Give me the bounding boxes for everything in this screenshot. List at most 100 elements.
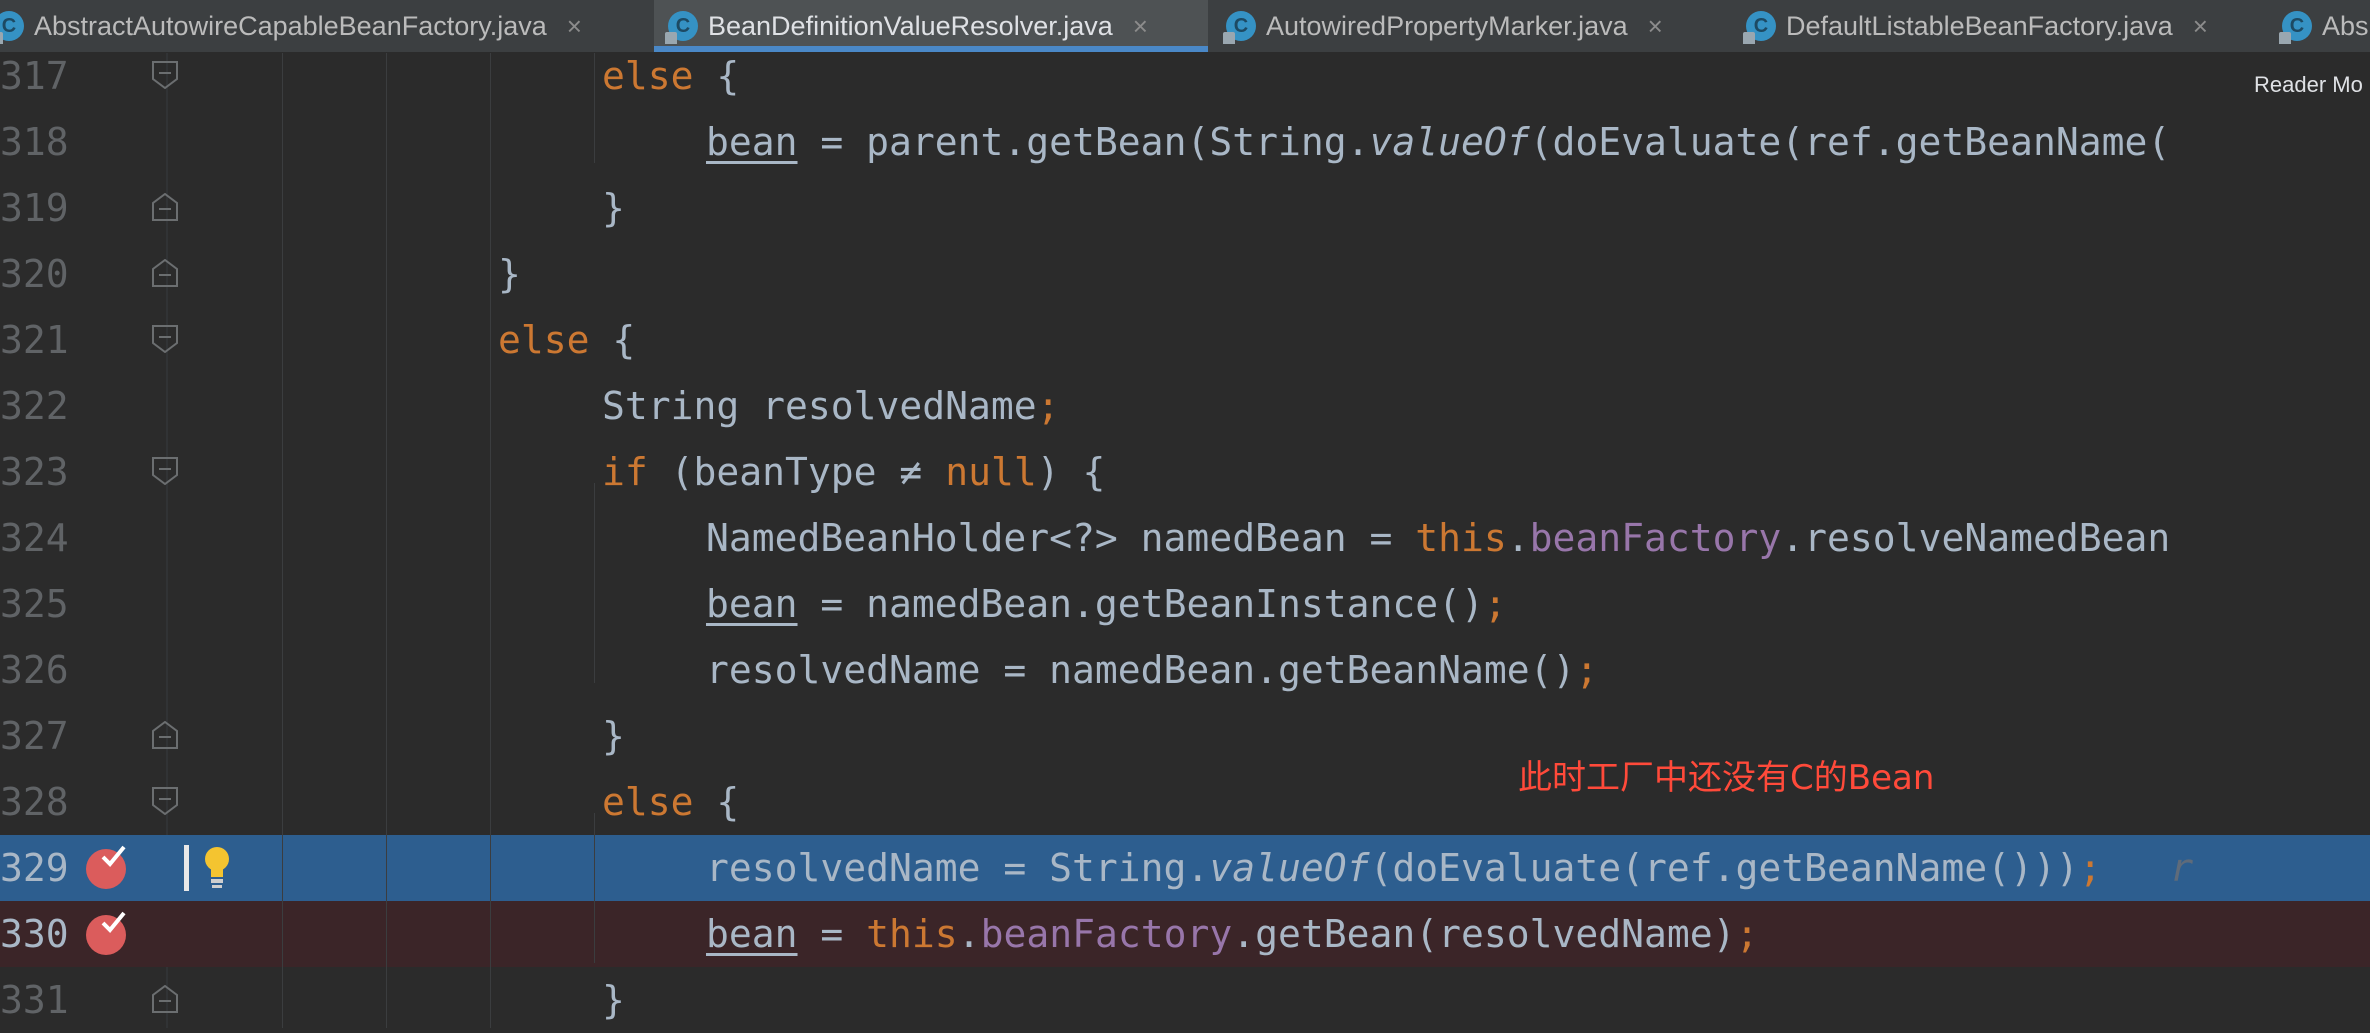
line-number: 329 <box>0 846 69 890</box>
semicolon: ; <box>1575 648 1599 692</box>
fold-close-icon[interactable] <box>152 259 178 287</box>
close-icon[interactable]: × <box>567 11 582 42</box>
keyword: else <box>602 780 694 824</box>
code-line-327[interactable]: 327 } <box>0 703 2370 769</box>
reader-mode-button[interactable]: Reader Mo <box>2254 72 2363 98</box>
code-text: } <box>602 978 625 1022</box>
fold-close-icon[interactable] <box>152 193 178 221</box>
fold-close-icon[interactable] <box>152 721 178 749</box>
close-icon[interactable]: × <box>1133 11 1148 42</box>
keyword: else <box>498 318 590 362</box>
indent-guide <box>282 53 283 1028</box>
code-line-325[interactable]: 325 bean = namedBean.getBeanInstance(); <box>0 571 2370 637</box>
keyword: null <box>945 450 1037 494</box>
code-line-328[interactable]: 328 else { <box>0 769 2370 835</box>
semicolon: ; <box>1735 912 1759 956</box>
inline-hint: r <box>2170 846 2194 890</box>
code-method: valueOf <box>1209 846 1370 890</box>
code-text: (doEvaluate(ref.getBeanName( <box>1529 120 2171 164</box>
code-text: .getBean(resolvedName) <box>1232 912 1736 956</box>
code-field: beanFactory <box>1529 516 1782 560</box>
line-number: 321 <box>0 318 69 362</box>
line-number: 328 <box>0 780 69 824</box>
code-line-318[interactable]: 318 bean = parent.getBean(String.valueOf… <box>0 109 2370 175</box>
line-number: 331 <box>0 978 69 1022</box>
semicolon: ; <box>1483 582 1507 626</box>
code-text: String resolvedName <box>602 384 1037 428</box>
line-number: 319 <box>0 186 69 230</box>
keyword: this <box>1415 516 1507 560</box>
indent-guide <box>386 53 387 1028</box>
keyword: this <box>866 912 958 956</box>
code-text: { <box>589 318 636 362</box>
code-text: resolvedName = namedBean.getBeanName() <box>706 648 1576 692</box>
fold-open-icon[interactable] <box>152 787 178 815</box>
breakpoint-icon[interactable] <box>86 845 126 889</box>
keyword: else <box>602 54 694 98</box>
text-caret <box>184 845 189 891</box>
code-field: beanFactory <box>980 912 1233 956</box>
line-number: 317 <box>0 54 69 98</box>
code-variable: bean <box>706 120 798 164</box>
code-text: resolvedName = String. <box>706 846 1210 890</box>
fold-open-icon[interactable] <box>152 61 178 89</box>
indent-guide <box>594 483 595 683</box>
tab-label: Abs <box>2322 10 2369 41</box>
code-text: } <box>602 714 625 758</box>
line-number: 323 <box>0 450 69 494</box>
line-number: 325 <box>0 582 69 626</box>
code-line-324[interactable]: 324 NamedBeanHolder<?> namedBean = this.… <box>0 505 2370 571</box>
code-text: (doEvaluate(ref.getBeanName())) <box>1369 846 2079 890</box>
semicolon: ; <box>1036 384 1060 428</box>
code-text: ) { <box>1036 450 1106 494</box>
code-text: .resolveNamedBean <box>1781 516 2171 560</box>
code-line-329-execution-point[interactable]: 329 resolvedName = String.valueOf(doEval… <box>0 835 2370 901</box>
annotation-text: 此时工厂中还没有C的Bean <box>1518 758 1935 798</box>
code-text: (beanType ≠ <box>647 450 946 494</box>
code-line-322[interactable]: 322 String resolvedName; <box>0 373 2370 439</box>
code-editor[interactable]: 317 else { 318 bean = parent.getBean(Str… <box>0 53 2370 1028</box>
fold-close-icon[interactable] <box>152 985 178 1013</box>
tab-label: AutowiredPropertyMarker.java <box>1266 10 1628 41</box>
class-icon: C <box>1743 11 1776 44</box>
code-line-330-breakpoint[interactable]: 330 bean = this.beanFactory.getBean(reso… <box>0 901 2370 967</box>
code-text: } <box>498 252 521 296</box>
code-text: { <box>693 780 740 824</box>
keyword: if <box>602 450 648 494</box>
fold-open-icon[interactable] <box>152 325 178 353</box>
code-line-331[interactable]: 331 } <box>0 967 2370 1033</box>
class-icon: C <box>2279 11 2312 44</box>
indent-guide <box>490 53 491 1028</box>
line-number: 326 <box>0 648 69 692</box>
class-icon: C <box>665 11 698 44</box>
code-text: } <box>602 186 625 230</box>
code-text: { <box>693 54 740 98</box>
line-number: 320 <box>0 252 69 296</box>
code-line-319[interactable]: 319 } <box>0 175 2370 241</box>
class-icon: C <box>0 11 24 44</box>
breakpoint-icon[interactable] <box>86 911 126 955</box>
code-text: . <box>1506 516 1530 560</box>
line-number: 324 <box>0 516 69 560</box>
code-line-317[interactable]: 317 else { <box>0 43 2370 109</box>
semicolon: ; <box>2078 846 2102 890</box>
tab-label: DefaultListableBeanFactory.java <box>1786 10 2173 41</box>
code-text: NamedBeanHolder<?> namedBean = <box>706 516 1416 560</box>
close-icon[interactable]: × <box>1648 11 1663 42</box>
code-line-320[interactable]: 320 } <box>0 241 2370 307</box>
code-text: . <box>957 912 981 956</box>
code-text: = parent.getBean(String. <box>797 120 1370 164</box>
code-method: valueOf <box>1369 120 1530 164</box>
code-variable: bean <box>706 912 798 956</box>
line-number: 322 <box>0 384 69 428</box>
code-line-326[interactable]: 326 resolvedName = namedBean.getBeanName… <box>0 637 2370 703</box>
code-spacer <box>2102 846 2171 890</box>
line-number: 327 <box>0 714 69 758</box>
code-line-321[interactable]: 321 else { <box>0 307 2370 373</box>
line-number: 318 <box>0 120 69 164</box>
close-icon[interactable]: × <box>2193 11 2208 42</box>
fold-open-icon[interactable] <box>152 457 178 485</box>
code-line-323[interactable]: 323 if (beanType ≠ null) { <box>0 439 2370 505</box>
line-number: 330 <box>0 912 69 956</box>
lightbulb-icon[interactable] <box>202 845 232 891</box>
